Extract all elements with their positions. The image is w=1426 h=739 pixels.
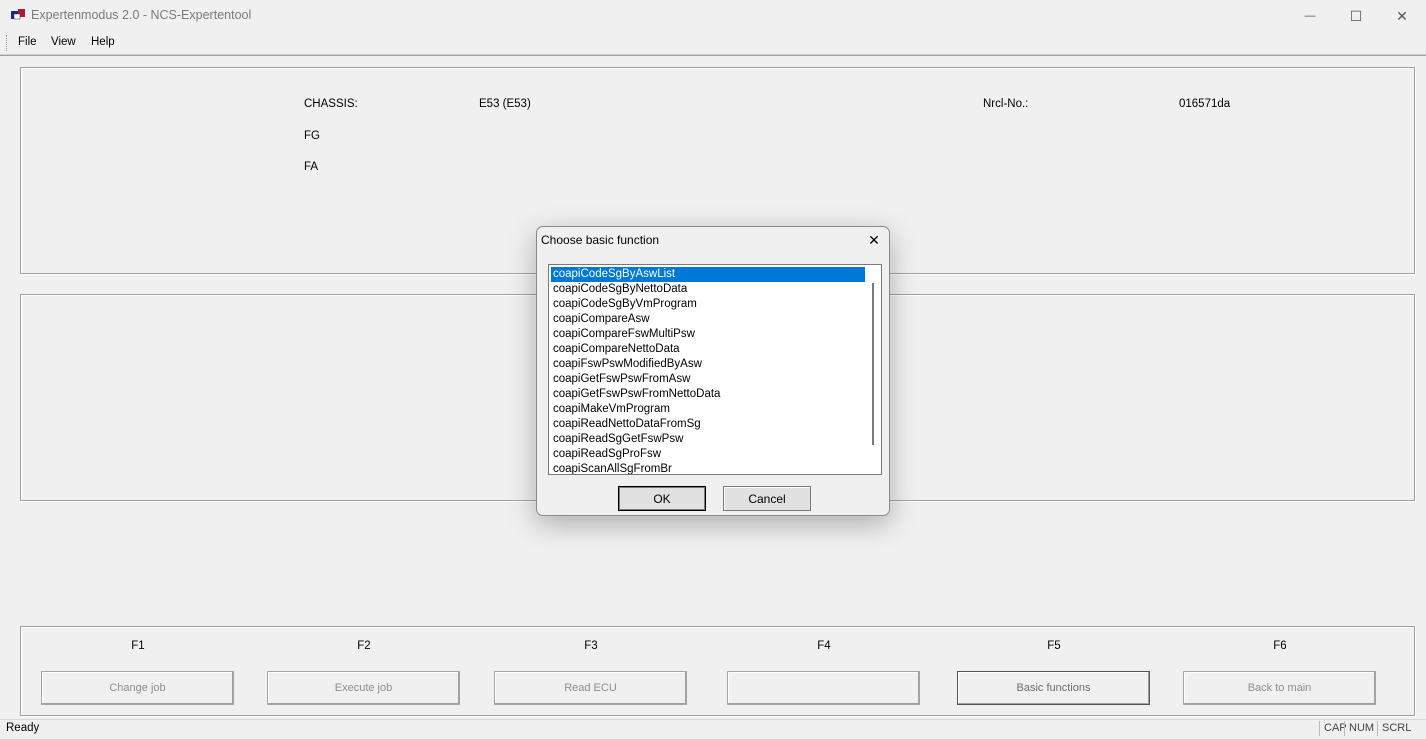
nrcl-value: 016571da: [1179, 98, 1231, 110]
status-bar: [0, 719, 1426, 739]
title-bar: Expertenmodus 2.0 - NCS-Expertentool — ☐…: [0, 0, 1426, 32]
read-ecu-label: Read ECU: [564, 682, 617, 694]
menu-file[interactable]: File: [18, 36, 37, 48]
menu-help[interactable]: Help: [91, 36, 115, 48]
ok-button[interactable]: OK: [618, 486, 706, 511]
function-list-item[interactable]: coapiReadSgGetFswPsw: [551, 432, 865, 447]
close-icon: ✕: [868, 231, 880, 248]
fkey-label-f5: F5: [1047, 640, 1061, 652]
maximize-icon: ☐: [1349, 7, 1363, 24]
menu-bar: [0, 32, 1426, 55]
function-listbox[interactable]: coapiCodeSgByAswList coapiCodeSgByNettoDa…: [548, 264, 882, 475]
back-to-main-label: Back to main: [1247, 682, 1312, 694]
function-list-item[interactable]: coapiFswPswModifiedByAsw: [551, 357, 865, 372]
function-list-item[interactable]: coapiReadSgProFsw: [551, 447, 865, 462]
function-list-item[interactable]: coapiCodeSgByNettoData: [551, 282, 865, 297]
change-job-button[interactable]: Change job: [41, 671, 234, 705]
maximize-button[interactable]: ☐: [1333, 0, 1379, 32]
fkey-label-f1: F1: [131, 640, 145, 652]
chassis-label: CHASSIS:: [304, 98, 358, 110]
menu-separator: [0, 55, 1426, 56]
choose-basic-function-dialog: Choose basic function ✕ coapiCodeSgByAsw…: [536, 226, 890, 516]
back-to-main-button[interactable]: Back to main: [1183, 671, 1376, 705]
minimize-button[interactable]: —: [1287, 0, 1333, 32]
function-list-item[interactable]: coapiMakeVmProgram: [551, 402, 865, 417]
num-indicator: NUM: [1344, 721, 1374, 736]
function-list-item[interactable]: coapiCompareAsw: [551, 312, 865, 327]
read-ecu-button[interactable]: Read ECU: [494, 671, 687, 705]
scrollbar-thumb[interactable]: [872, 283, 874, 445]
basic-functions-button[interactable]: Basic functions: [957, 671, 1150, 705]
dialog-close-button[interactable]: ✕: [863, 229, 885, 251]
function-list-item[interactable]: coapiCodeSgByVmProgram: [551, 297, 865, 312]
cancel-label: Cancel: [748, 491, 786, 506]
cap-indicator: CAP: [1319, 721, 1347, 736]
scrl-indicator: SCRL: [1377, 721, 1411, 736]
f4-button[interactable]: [727, 671, 920, 705]
execute-job-label: Execute job: [334, 682, 393, 694]
nrcl-label: Nrcl-No.:: [983, 98, 1029, 110]
minimize-icon: —: [1304, 10, 1316, 22]
window-title: Expertenmodus 2.0 - NCS-Expertentool: [31, 8, 252, 22]
fkey-label-f3: F3: [584, 640, 598, 652]
fg-label: FG: [304, 130, 320, 142]
function-list-item[interactable]: coapiGetFswPswFromAsw: [551, 372, 865, 387]
basic-functions-label: Basic functions: [1016, 682, 1091, 694]
execute-job-button[interactable]: Execute job: [267, 671, 460, 705]
fkey-label-f6: F6: [1273, 640, 1287, 652]
cancel-button[interactable]: Cancel: [723, 486, 811, 511]
fa-label: FA: [304, 161, 319, 173]
close-icon: ✕: [1396, 7, 1408, 24]
function-list-item[interactable]: coapiCompareFswMultiPsw: [551, 327, 865, 342]
change-job-label: Change job: [109, 682, 166, 694]
menu-view[interactable]: View: [51, 36, 76, 48]
chassis-value: E53 (E53): [479, 98, 531, 110]
close-window-button[interactable]: ✕: [1379, 0, 1425, 32]
function-list-item[interactable]: coapiCompareNettoData: [551, 342, 865, 357]
ok-label: OK: [653, 491, 671, 506]
function-list-item[interactable]: coapiScanAllSgFromBr: [551, 462, 865, 474]
fkey-label-f4: F4: [817, 640, 831, 652]
app-icon: [11, 9, 25, 20]
menu-grip: [6, 35, 8, 51]
function-list-item[interactable]: coapiGetFswPswFromNettoData: [551, 387, 865, 402]
status-text: Ready: [6, 722, 40, 734]
fkey-label-f2: F2: [357, 640, 371, 652]
listbox-scrollbar[interactable]: [866, 265, 881, 474]
function-list-item[interactable]: coapiCodeSgByAswList: [551, 267, 865, 282]
function-list-item[interactable]: coapiReadNettoDataFromSg: [551, 417, 865, 432]
dialog-title: Choose basic function: [541, 233, 660, 247]
